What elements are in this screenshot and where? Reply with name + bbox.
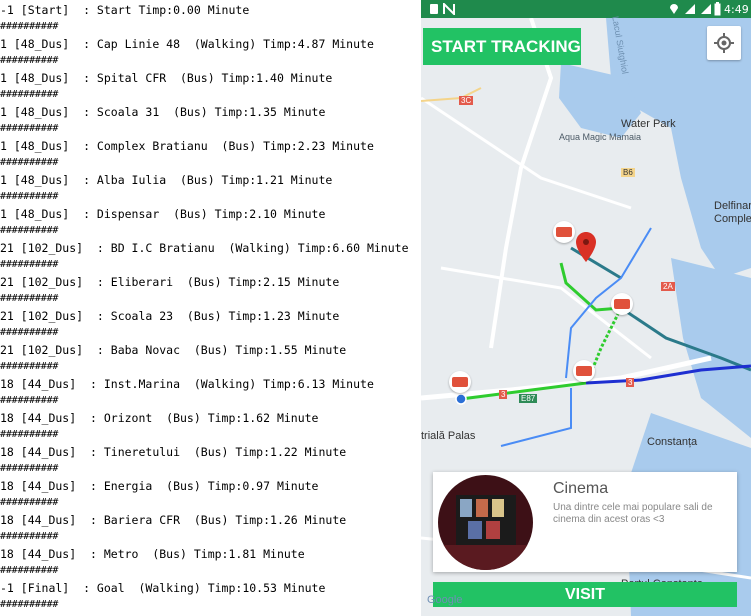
signal-icon — [701, 4, 711, 14]
place-title: Cinema — [553, 480, 609, 497]
road-badge-b6: B6 — [621, 168, 635, 177]
start-tracking-button[interactable]: START TRACKING — [423, 28, 581, 65]
console-separator: ########## — [0, 565, 59, 576]
console-separator: ########## — [0, 157, 59, 168]
console-separator: ########## — [0, 599, 59, 610]
console-separator: ########## — [0, 123, 59, 134]
console-line: 21 [102_Dus] : Scoala 23 (Bus) Timp:1.23… — [0, 309, 340, 323]
bus-icon — [556, 227, 572, 237]
console-line: 18 [44_Dus] : Metro (Bus) Timp:1.81 Minu… — [0, 547, 305, 561]
console-separator: ########## — [0, 259, 59, 270]
map-label-aqua-magic: Aqua Magic Mamaia — [559, 132, 642, 142]
map-label-delfinariu: Delfinar — [714, 200, 751, 212]
console-line: 1 [48_Dus] : Dispensar (Bus) Timp:2.10 M… — [0, 207, 326, 221]
sim-card-icon — [430, 4, 438, 14]
console-line: 21 [102_Dus] : BD I.C Bratianu (Walking)… — [0, 241, 409, 255]
console-output: -1 [Start] : Start Timp:0.00 Minute #####… — [0, 0, 420, 616]
bus-icon — [452, 377, 468, 387]
road-badge-3-right: 3 — [626, 378, 635, 387]
console-line: -1 [Final] : Goal (Walking) Timp:10.53 M… — [0, 581, 326, 595]
bus-icon — [614, 299, 630, 309]
console-separator: ########## — [0, 361, 59, 372]
status-bar: 4:49 — [421, 0, 751, 18]
console-line: 18 [44_Dus] : Energia (Bus) Timp:0.97 Mi… — [0, 479, 319, 493]
cinema-photo — [438, 475, 533, 570]
console-line: 1 [48_Dus] : Spital CFR (Bus) Timp:1.40 … — [0, 71, 333, 85]
console-line: 18 [44_Dus] : Orizont (Bus) Timp:1.62 Mi… — [0, 411, 319, 425]
map-label-palas: trială Palas — [421, 430, 476, 442]
console-separator: ########## — [0, 89, 59, 100]
console-line: 1 [48_Dus] : Scoala 31 (Bus) Timp:1.35 M… — [0, 105, 326, 119]
console-line: 1 [48_Dus] : Alba Iulia (Bus) Timp:1.21 … — [0, 173, 333, 187]
google-logo: Google — [427, 594, 463, 606]
status-time: 4:49 — [724, 3, 749, 16]
console-separator: ########## — [0, 497, 59, 508]
my-location-button[interactable] — [707, 26, 741, 60]
console-separator: ########## — [0, 463, 59, 474]
bus-icon — [576, 366, 592, 376]
console-separator: ########## — [0, 327, 59, 338]
console-separator: ########## — [0, 225, 59, 236]
console-line: 18 [44_Dus] : Tineretului (Bus) Timp:1.2… — [0, 445, 347, 459]
console-line: -1 [Start] : Start Timp:0.00 Minute — [0, 3, 250, 17]
battery-icon — [714, 2, 721, 16]
console-separator: ########## — [0, 531, 59, 542]
console-line: 21 [102_Dus] : Eliberari (Bus) Timp:2.15… — [0, 275, 340, 289]
road-badge-2a: 2A — [661, 282, 675, 291]
console-separator: ########## — [0, 395, 59, 406]
console-line: 18 [44_Dus] : Bariera CFR (Bus) Timp:1.2… — [0, 513, 347, 527]
console-separator: ########## — [0, 21, 59, 32]
console-line: 1 [48_Dus] : Complex Bratianu (Bus) Timp… — [0, 139, 374, 153]
console-line: 21 [102_Dus] : Baba Novac (Bus) Timp:1.5… — [0, 343, 347, 357]
map-label-constanta: Constanța — [647, 436, 698, 448]
bus-stop-marker[interactable] — [611, 293, 633, 315]
console-line: 1 [48_Dus] : Cap Linie 48 (Walking) Timp… — [0, 37, 374, 51]
console-separator: ########## — [0, 191, 59, 202]
location-icon — [670, 4, 678, 14]
place-card[interactable]: Cinema Una dintre cele mai populare sali… — [433, 472, 737, 572]
map-label-water-park: Water Park — [621, 118, 676, 130]
current-location-dot — [455, 393, 467, 405]
crosshair-icon — [714, 33, 734, 53]
map-label-delfinariu-2: Comple — [714, 213, 751, 225]
bus-stop-marker[interactable] — [449, 371, 471, 393]
console-separator: ########## — [0, 429, 59, 440]
console-separator: ########## — [0, 293, 59, 304]
phone-screen: 4:49 Water Park Aqua Magic Mamaia Delfin… — [421, 0, 751, 616]
road-badge-3c: 3C — [459, 96, 474, 105]
wifi-icon — [685, 4, 695, 14]
bus-stop-marker[interactable] — [553, 221, 575, 243]
road-badge-e87: E87 — [519, 394, 538, 403]
bus-stop-marker[interactable] — [573, 360, 595, 382]
console-separator: ########## — [0, 55, 59, 66]
visit-button[interactable]: VISIT — [433, 582, 737, 607]
n-notification-icon — [443, 3, 455, 15]
console-line: 18 [44_Dus] : Inst.Marina (Walking) Timp… — [0, 377, 374, 391]
place-description: Una dintre cele mai populare sali de cin… — [553, 502, 713, 525]
road-badge-3-left: 3 — [499, 390, 508, 399]
